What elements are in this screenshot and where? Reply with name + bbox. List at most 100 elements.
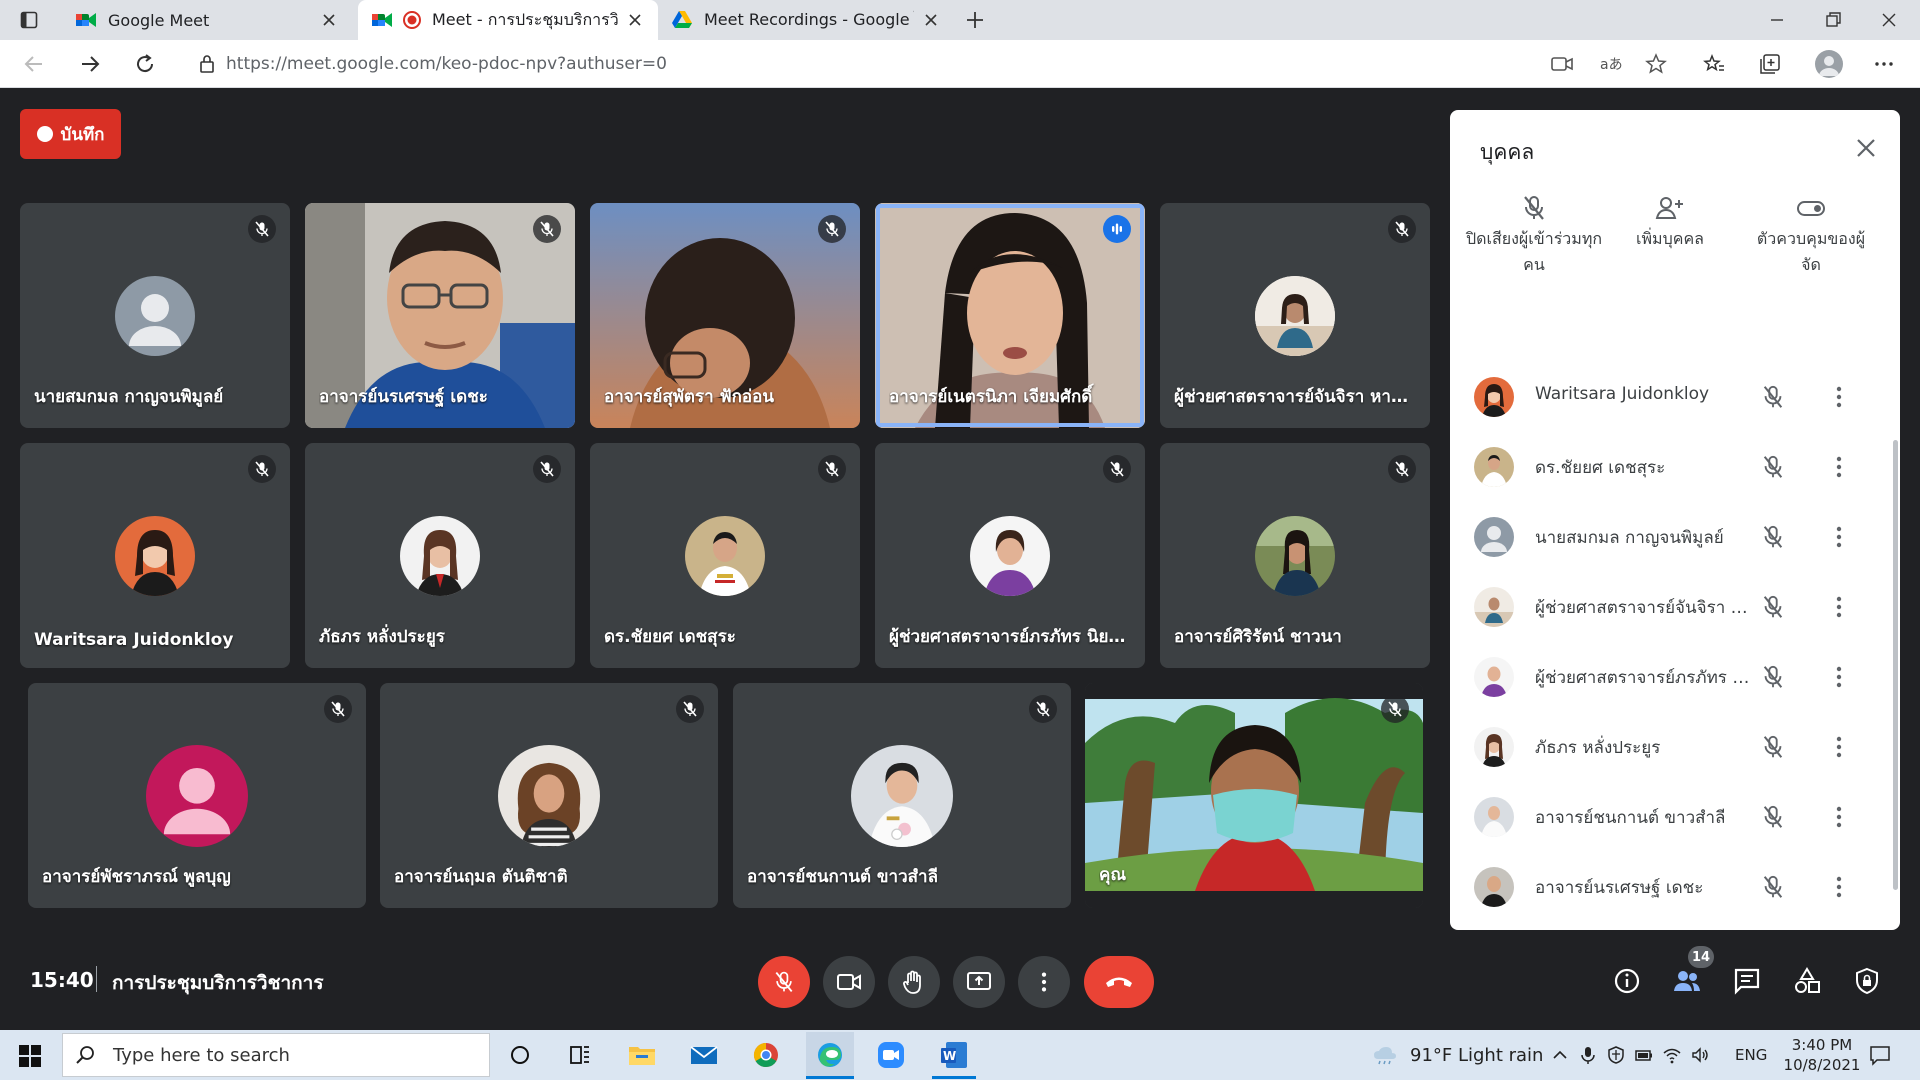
- weather-text[interactable]: 91°F Light rain: [1410, 1045, 1543, 1066]
- close-tab-icon[interactable]: [922, 11, 940, 29]
- mic-off-icon[interactable]: [1760, 524, 1786, 550]
- participant-row[interactable]: อาจารย์นรเศรษฐ์ เดชะ: [1450, 852, 1880, 922]
- add-people-button[interactable]: เพิ่มบุคคล: [1619, 194, 1721, 252]
- participant-row[interactable]: ภัธภร หลั่งประยูร: [1450, 712, 1880, 782]
- chevron-up-icon[interactable]: [1550, 1045, 1570, 1065]
- participant-tile[interactable]: ผู้ช่วยศาสตราจารย์ภรภัทร นิยมทอง: [875, 443, 1145, 668]
- participant-tile[interactable]: อาจารย์ศิริรัตน์ ชาวนา: [1160, 443, 1430, 668]
- mic-off-icon[interactable]: [1760, 664, 1786, 690]
- camera-in-use-icon[interactable]: [1550, 52, 1574, 76]
- more-options-button[interactable]: [1018, 956, 1070, 1008]
- mic-off-icon[interactable]: [1760, 734, 1786, 760]
- participant-tile[interactable]: อาจารย์เนตรนิภา เจียมศักดิ์: [875, 203, 1145, 428]
- minimize-icon[interactable]: [1766, 9, 1788, 31]
- edge-taskbar-button[interactable]: [806, 1032, 854, 1078]
- volume-icon[interactable]: [1690, 1045, 1710, 1065]
- participant-row[interactable]: อาจารย์ชนกานต์ ขาวสำลี: [1450, 782, 1880, 852]
- task-view-icon[interactable]: [564, 1039, 596, 1071]
- more-options-icon[interactable]: [1826, 594, 1852, 620]
- tab-actions-icon[interactable]: [20, 11, 38, 29]
- window-close-icon[interactable]: [1878, 9, 1900, 31]
- refresh-icon[interactable]: [133, 52, 157, 76]
- tab-google-meet[interactable]: Google Meet: [62, 0, 352, 40]
- battery-icon[interactable]: [1634, 1045, 1654, 1065]
- zoom-icon[interactable]: [875, 1039, 907, 1071]
- notifications-icon[interactable]: [1868, 1043, 1892, 1067]
- participant-tile[interactable]: อาจารย์สุพัตรา ฟักอ่อน: [590, 203, 860, 428]
- new-tab-icon[interactable]: [964, 9, 986, 31]
- mic-toggle-button[interactable]: [758, 956, 810, 1008]
- address-bar[interactable]: https://meet.google.com/keo-pdoc-npv?aut…: [180, 45, 1655, 83]
- chrome-icon[interactable]: [750, 1039, 782, 1071]
- mic-off-icon: [248, 455, 276, 483]
- settings-more-icon[interactable]: [1872, 52, 1896, 76]
- input-language[interactable]: ENG: [1735, 1046, 1767, 1064]
- participant-tile[interactable]: ผู้ช่วยศาสตราจารย์จันจิรา หาวิชา: [1160, 203, 1430, 428]
- back-icon[interactable]: [22, 52, 46, 76]
- host-controls-shield-icon[interactable]: [1852, 966, 1882, 996]
- present-screen-button[interactable]: [953, 956, 1005, 1008]
- participant-row[interactable]: นายสมกมล กาญจนพิมูลย์: [1450, 502, 1880, 572]
- activities-icon[interactable]: [1792, 966, 1822, 996]
- lock-icon[interactable]: [198, 54, 216, 74]
- participant-tile[interactable]: อาจารย์พัชราภรณ์ พูลบุญ: [28, 683, 366, 908]
- mic-off-icon[interactable]: [1760, 594, 1786, 620]
- participant-tile[interactable]: ภัธภร หลั่งประยูร: [305, 443, 575, 668]
- wifi-icon[interactable]: [1662, 1045, 1682, 1065]
- more-options-icon[interactable]: [1826, 384, 1852, 410]
- word-icon[interactable]: W: [938, 1039, 970, 1071]
- security-shield-icon[interactable]: [1606, 1045, 1626, 1065]
- more-options-icon[interactable]: [1826, 804, 1852, 830]
- participant-tile[interactable]: ดร.ชัยยศ เดชสุระ: [590, 443, 860, 668]
- system-clock[interactable]: 3:40 PM 10/8/2021: [1772, 1035, 1872, 1075]
- participant-tile[interactable]: นายสมกมล กาญจนพิมูลย์: [20, 203, 290, 428]
- weather-rain-icon[interactable]: [1372, 1045, 1398, 1065]
- more-options-icon[interactable]: [1826, 454, 1852, 480]
- cortana-icon[interactable]: [504, 1039, 536, 1071]
- participant-row[interactable]: ผู้ช่วยศาสตราจารย์จันจิรา หาวิชา: [1450, 572, 1880, 642]
- participant-tile[interactable]: อาจารย์นฤมล ตันติชาติ: [380, 683, 718, 908]
- file-explorer-icon[interactable]: [626, 1039, 658, 1071]
- more-options-icon[interactable]: [1826, 734, 1852, 760]
- close-tab-icon[interactable]: [320, 11, 338, 29]
- windows-start-icon[interactable]: [18, 1044, 42, 1068]
- taskbar-search[interactable]: Type here to search: [62, 1033, 490, 1077]
- restore-icon[interactable]: [1822, 9, 1844, 31]
- raise-hand-button[interactable]: [888, 956, 940, 1008]
- close-panel-button[interactable]: [1848, 130, 1884, 166]
- more-options-icon[interactable]: [1826, 524, 1852, 550]
- recording-badge[interactable]: บันทึก: [20, 109, 121, 159]
- people-icon[interactable]: [1672, 966, 1702, 996]
- favorites-icon[interactable]: [1702, 52, 1726, 76]
- forward-icon[interactable]: [78, 52, 102, 76]
- mic-off-icon[interactable]: [1760, 804, 1786, 830]
- mail-icon[interactable]: [688, 1039, 720, 1071]
- microphone-icon[interactable]: [1578, 1045, 1598, 1065]
- participant-row[interactable]: ผู้ช่วยศาสตราจารย์ภรภัทร นิยมทอง: [1450, 642, 1880, 712]
- participant-row[interactable]: ดร.ชัยยศ เดชสุระ: [1450, 432, 1880, 502]
- camera-toggle-button[interactable]: [823, 956, 875, 1008]
- tab-meet-meeting[interactable]: Meet - การประชุมบริการวิชาการ: [358, 0, 658, 40]
- mic-off-icon[interactable]: [1760, 454, 1786, 480]
- more-options-icon[interactable]: [1826, 874, 1852, 900]
- participant-tile[interactable]: อาจารย์ชนกานต์ ขาวสำลี: [733, 683, 1071, 908]
- participant-tile[interactable]: Waritsara Juidonkloy: [20, 443, 290, 668]
- mic-off-icon[interactable]: [1760, 384, 1786, 410]
- participant-tile-self[interactable]: คุณ: [1085, 683, 1423, 908]
- favorite-add-icon[interactable]: [1644, 52, 1668, 76]
- meeting-details-icon[interactable]: [1612, 966, 1642, 996]
- participant-tile[interactable]: อาจารย์นรเศรษฐ์ เดชะ: [305, 203, 575, 428]
- mic-off-icon[interactable]: [1760, 874, 1786, 900]
- host-controls-button[interactable]: ตัวควบคุมของผู้จัด: [1749, 194, 1873, 278]
- chat-icon[interactable]: [1732, 966, 1762, 996]
- tab-meet-recordings[interactable]: Meet Recordings - Google ไดรฟ์: [658, 0, 954, 40]
- translate-icon[interactable]: aあ: [1598, 52, 1622, 76]
- collections-icon[interactable]: [1758, 52, 1782, 76]
- panel-scrollbar[interactable]: [1893, 440, 1898, 890]
- more-options-icon[interactable]: [1826, 664, 1852, 690]
- participant-row[interactable]: Waritsara Juidonkloy: [1450, 362, 1880, 432]
- end-call-button[interactable]: [1084, 956, 1154, 1008]
- profile-avatar[interactable]: [1815, 50, 1843, 78]
- close-tab-icon[interactable]: [626, 11, 644, 29]
- mute-all-button[interactable]: ปิดเสียงผู้เข้าร่วมทุกคน: [1464, 194, 1604, 278]
